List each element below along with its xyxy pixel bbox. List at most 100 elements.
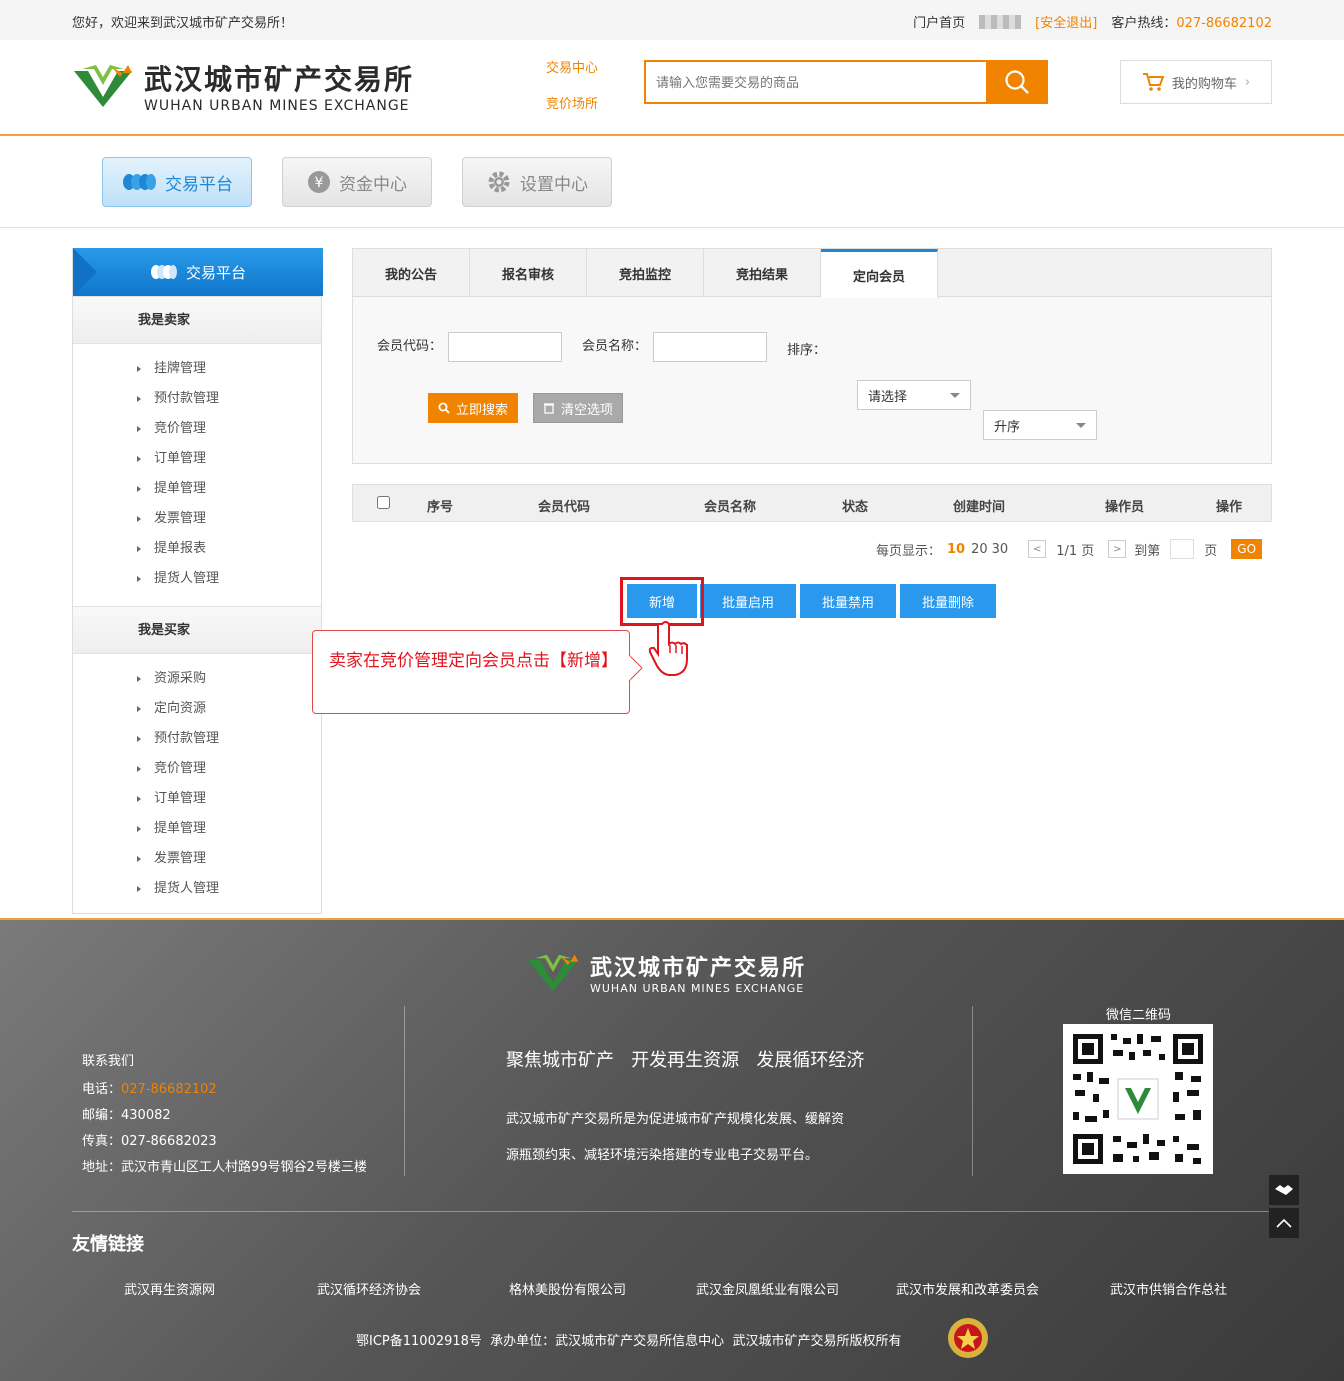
sidebar-item-label: 订单管理 bbox=[154, 451, 207, 466]
sidebar-item-prepayment[interactable]: 预付款管理 bbox=[73, 384, 321, 414]
chevron-down-icon bbox=[1076, 423, 1086, 428]
nav-tab-trade-platform[interactable]: 交易平台 bbox=[102, 157, 252, 207]
sidebar-item-prepayment[interactable]: 预付款管理 bbox=[73, 724, 321, 754]
column-header-member-name: 会员名称 bbox=[704, 500, 757, 515]
trade-center-link[interactable]: 交易中心 bbox=[546, 57, 598, 76]
sidebar-item-orders[interactable]: 订单管理 bbox=[73, 444, 321, 474]
footer-slogan: 聚焦城市矿产 开发再生资源 发展循环经济 bbox=[506, 1050, 865, 1071]
cart-button[interactable]: 我的购物车 › bbox=[1120, 60, 1272, 104]
next-page-icon[interactable]: > bbox=[1108, 540, 1127, 558]
footer-desc-line2: 源瓶颈约束、减轻环境污染搭建的专业电子交易平台。 bbox=[506, 1148, 819, 1163]
order-select-value: 升序 bbox=[994, 419, 1021, 435]
caret-right-icon bbox=[137, 426, 141, 432]
back-to-top-button[interactable] bbox=[1269, 1208, 1299, 1238]
clear-options-label: 清空选项 bbox=[560, 402, 613, 418]
trash-icon bbox=[543, 403, 554, 414]
friend-link-2[interactable]: 武汉循环经济协会 bbox=[317, 1279, 421, 1298]
contact-title: 联系我们 bbox=[82, 1054, 135, 1069]
bidding-hall-link[interactable]: 竞价场所 bbox=[546, 93, 598, 112]
footer: 武汉城市矿产交易所 WUHAN URBAN MINES EXCHANGE 联系我… bbox=[0, 918, 1344, 1381]
tab-auction-results[interactable]: 竞拍结果 bbox=[704, 249, 821, 297]
clear-options-button[interactable]: 清空选项 bbox=[533, 393, 623, 423]
logout-link[interactable]: [安全退出] bbox=[1035, 12, 1097, 31]
yen-icon: ¥ bbox=[308, 171, 330, 193]
sidebar-item-label: 资源采购 bbox=[154, 671, 207, 686]
site-logo[interactable]: 武汉城市矿产交易所 WUHAN URBAN MINES EXCHANGE bbox=[72, 58, 414, 114]
sidebar-item-label: 提单报表 bbox=[154, 541, 207, 556]
contact-fax: 传真：027-86682023 bbox=[82, 1134, 217, 1149]
nav-tab-settings-center[interactable]: 设置中心 bbox=[462, 157, 612, 207]
sidebar-section-seller[interactable]: 我是卖家 bbox=[73, 296, 321, 344]
nav-tab-label: 交易平台 bbox=[165, 174, 233, 195]
go-button[interactable]: GO bbox=[1231, 539, 1263, 559]
friend-link-1[interactable]: 武汉再生资源网 bbox=[124, 1279, 215, 1298]
caret-right-icon bbox=[137, 826, 141, 832]
column-header-operator: 操作员 bbox=[1105, 500, 1145, 515]
police-badge-icon[interactable] bbox=[946, 1316, 990, 1360]
sidebar-item-bidding[interactable]: 竞价管理 bbox=[73, 414, 321, 444]
cart-label: 我的购物车 bbox=[1171, 76, 1237, 92]
sidebar-item-label: 竞价管理 bbox=[154, 421, 207, 436]
order-select[interactable]: 升序 bbox=[983, 410, 1097, 440]
qr-code-icon bbox=[1073, 1034, 1203, 1164]
per-page-20[interactable]: 20 bbox=[971, 542, 988, 557]
tab-my-announcements[interactable]: 我的公告 bbox=[353, 249, 470, 297]
portal-home-link[interactable]: 门户首页 bbox=[913, 12, 965, 31]
select-all-checkbox[interactable] bbox=[377, 496, 390, 509]
member-code-input[interactable] bbox=[448, 332, 562, 362]
seller-menu: 挂牌管理 预付款管理 竞价管理 订单管理 提单管理 发票管理 提单报表 提货人管… bbox=[73, 344, 321, 606]
page-unit-label: 页 bbox=[1204, 543, 1218, 559]
prev-page-icon[interactable]: < bbox=[1028, 540, 1047, 558]
sidebar-item-pickup-person[interactable]: 提货人管理 bbox=[73, 874, 321, 904]
sidebar-section-buyer[interactable]: 我是买家 bbox=[73, 606, 321, 654]
callout-text: 卖家在竞价管理定向会员点击【新增】 bbox=[329, 651, 618, 671]
tab-directed-members[interactable]: 定向会员 bbox=[821, 249, 938, 298]
icp-copyright: 鄂ICP备11002918号 承办单位：武汉城市矿产交易所信息中心 武汉城市矿产… bbox=[356, 1334, 902, 1349]
chevron-down-icon bbox=[950, 393, 960, 398]
sidebar-item-directed-resources[interactable]: 定向资源 bbox=[73, 694, 321, 724]
sidebar-item-bill-report[interactable]: 提单报表 bbox=[73, 534, 321, 564]
sidebar-item-orders[interactable]: 订单管理 bbox=[73, 784, 321, 814]
sort-select[interactable]: 请选择 bbox=[857, 380, 971, 410]
friend-link-6[interactable]: 武汉市供销合作总社 bbox=[1110, 1279, 1227, 1298]
tab-auction-monitor[interactable]: 竞拍监控 bbox=[587, 249, 704, 297]
content-tabs: 我的公告 报名审核 竞拍监控 竞拍结果 定向会员 bbox=[353, 249, 1271, 298]
tab-registration-review[interactable]: 报名审核 bbox=[470, 249, 587, 297]
friend-link-4[interactable]: 武汉金凤凰纸业有限公司 bbox=[696, 1279, 839, 1298]
column-header-index: 序号 bbox=[427, 500, 454, 515]
cart-icon bbox=[1142, 73, 1164, 91]
sidebar-item-invoices[interactable]: 发票管理 bbox=[73, 504, 321, 534]
friend-link-5[interactable]: 武汉市发展和改革委员会 bbox=[896, 1279, 1039, 1298]
sidebar-item-label: 挂牌管理 bbox=[154, 361, 207, 376]
sidebar-item-procurement[interactable]: 资源采购 bbox=[73, 664, 321, 694]
batch-delete-button[interactable]: 批量删除 bbox=[900, 584, 996, 618]
handshake-float-button[interactable] bbox=[1269, 1175, 1299, 1205]
username-blurred bbox=[979, 14, 1022, 29]
caret-right-icon bbox=[137, 366, 141, 372]
sidebar-item-listing[interactable]: 挂牌管理 bbox=[73, 354, 321, 384]
column-header-member-code: 会员代码 bbox=[538, 500, 591, 515]
sidebar-item-bills[interactable]: 提单管理 bbox=[73, 474, 321, 504]
search-button[interactable] bbox=[986, 60, 1048, 104]
sidebar-item-pickup-person[interactable]: 提货人管理 bbox=[73, 564, 321, 594]
batch-disable-button[interactable]: 批量禁用 bbox=[800, 584, 896, 618]
search-input[interactable] bbox=[646, 62, 986, 102]
per-page-30[interactable]: 30 bbox=[992, 542, 1009, 557]
sort-label: 排序： bbox=[787, 343, 827, 358]
sidebar-item-invoices[interactable]: 发票管理 bbox=[73, 844, 321, 874]
page-number-input[interactable] bbox=[1170, 539, 1195, 559]
member-name-input[interactable] bbox=[653, 332, 767, 362]
sort-select-value: 请选择 bbox=[868, 389, 908, 405]
sidebar-item-bidding[interactable]: 竞价管理 bbox=[73, 754, 321, 784]
goto-label: 到第 bbox=[1134, 543, 1161, 559]
friend-link-3[interactable]: 格林美股份有限公司 bbox=[509, 1279, 626, 1298]
per-page-10[interactable]: 10 bbox=[947, 542, 965, 557]
footer-logo-cn: 武汉城市矿产交易所 bbox=[590, 956, 807, 981]
sidebar-item-label: 提单管理 bbox=[154, 821, 207, 836]
sidebar-item-label: 发票管理 bbox=[154, 511, 207, 526]
sidebar-item-bills[interactable]: 提单管理 bbox=[73, 814, 321, 844]
nav-tab-fund-center[interactable]: ¥ 资金中心 bbox=[282, 157, 432, 207]
batch-enable-button[interactable]: 批量启用 bbox=[700, 584, 796, 618]
search-bar bbox=[644, 60, 1048, 104]
search-now-button[interactable]: 立即搜索 bbox=[428, 393, 518, 423]
